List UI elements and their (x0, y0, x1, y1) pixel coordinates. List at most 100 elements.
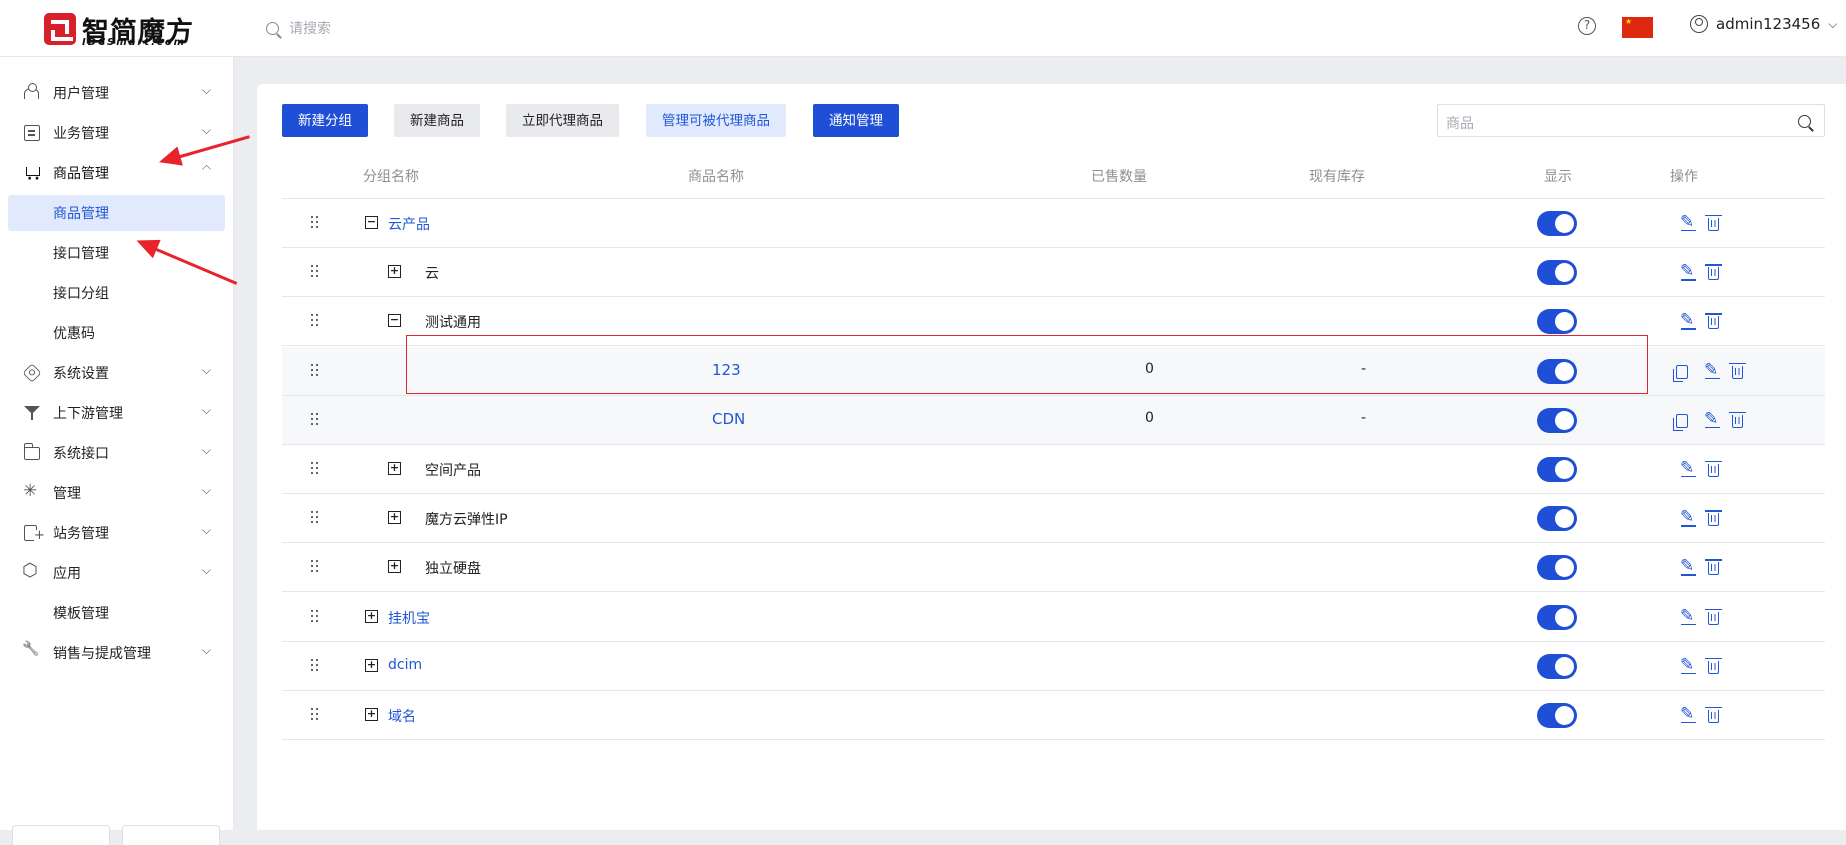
visibility-toggle[interactable] (1537, 260, 1577, 286)
visibility-toggle[interactable] (1537, 211, 1577, 236)
sidebar-subitem-templates[interactable]: 模板管理 (8, 595, 225, 631)
group-name[interactable]: dcim (388, 657, 422, 673)
expand-icon[interactable]: + (388, 265, 401, 279)
column-header-group: 分组名称 (363, 169, 419, 185)
sidebar-item-manage[interactable]: 管理 ⌵ (8, 475, 225, 511)
sidebar-item-label: 销售与提成管理 (53, 646, 151, 662)
sidebar-item-products[interactable]: 商品管理 ⌵ (8, 155, 225, 191)
edit-icon[interactable] (1680, 261, 1697, 281)
table-row[interactable]: + 空间产品 (282, 445, 1825, 494)
sidebar-item-site-affairs[interactable]: 站务管理 ⌵ (8, 515, 225, 551)
collapse-icon[interactable]: − (365, 216, 378, 229)
delete-icon[interactable] (1705, 510, 1722, 527)
expand-icon[interactable]: + (388, 462, 401, 475)
sidebar-item-upstream[interactable]: 上下游管理 ⌵ (8, 395, 225, 431)
group-name[interactable]: 挂机宝 (388, 608, 430, 628)
brand-logo[interactable]: 智简魔方 IDCSmart.com (44, 10, 204, 48)
sidebar-item-business[interactable]: 业务管理 ⌵ (8, 115, 225, 151)
table-row[interactable]: CDN 0 - (282, 395, 1825, 445)
visibility-toggle[interactable] (1537, 604, 1577, 630)
delete-icon[interactable] (1705, 657, 1722, 674)
delete-icon[interactable] (1729, 362, 1746, 379)
sidebar-item-users[interactable]: 用户管理 ⌵ (8, 75, 225, 111)
visibility-toggle[interactable] (1537, 506, 1577, 532)
drag-handle-icon[interactable] (311, 412, 321, 428)
edit-icon[interactable] (1680, 507, 1697, 527)
table-row[interactable]: + 云 (282, 248, 1825, 298)
new-product-button[interactable]: 新建商品 (394, 104, 480, 137)
new-group-button[interactable]: 新建分组 (282, 104, 368, 137)
drag-handle-icon[interactable] (311, 511, 321, 526)
visibility-toggle[interactable] (1537, 407, 1577, 433)
sidebar-item-label: 站务管理 (53, 526, 109, 542)
delete-icon[interactable] (1705, 215, 1722, 231)
proxy-product-button[interactable]: 立即代理商品 (506, 104, 619, 137)
table-row[interactable]: + dcim (282, 642, 1825, 691)
copy-icon[interactable] (1673, 364, 1688, 382)
cn-flag-icon[interactable] (1622, 17, 1653, 38)
drag-handle-icon[interactable] (311, 265, 321, 280)
drag-handle-icon[interactable] (311, 216, 321, 231)
global-search[interactable]: 请搜索 (266, 16, 331, 40)
expand-icon[interactable]: + (388, 560, 401, 574)
notify-manage-button[interactable]: 通知管理 (813, 104, 899, 137)
search-icon[interactable] (1798, 113, 1814, 129)
collapse-icon[interactable]: − (388, 314, 401, 328)
visibility-toggle[interactable] (1537, 653, 1577, 679)
sidebar-footer-button-right[interactable] (122, 825, 220, 845)
expand-icon[interactable]: + (365, 658, 378, 672)
expand-icon[interactable]: + (365, 609, 378, 623)
copy-icon[interactable] (1673, 413, 1688, 431)
drag-handle-icon[interactable] (311, 462, 321, 477)
visibility-toggle[interactable] (1537, 703, 1577, 728)
sidebar-subitem-product-manage[interactable]: 商品管理 (8, 195, 225, 231)
edit-icon[interactable] (1680, 655, 1697, 675)
username: admin123456 (1716, 15, 1821, 33)
expand-icon[interactable]: + (388, 511, 401, 525)
manage-proxyable-button[interactable]: 管理可被代理商品 (646, 104, 786, 137)
expand-icon[interactable]: + (365, 708, 378, 721)
help-icon[interactable]: ? (1578, 17, 1596, 35)
visibility-toggle[interactable] (1537, 309, 1577, 335)
edit-icon[interactable] (1680, 556, 1697, 576)
visibility-toggle[interactable] (1537, 555, 1577, 581)
edit-icon[interactable] (1680, 606, 1697, 626)
table-row[interactable]: + 挂机宝 (282, 593, 1825, 642)
edit-icon[interactable] (1680, 458, 1697, 478)
delete-icon[interactable] (1705, 608, 1722, 625)
sidebar-item-sales-commission[interactable]: 销售与提成管理 ⌵ (8, 635, 225, 671)
edit-icon[interactable] (1704, 409, 1721, 429)
table-row[interactable]: + 独立硬盘 (282, 543, 1825, 593)
table-row[interactable]: − 云产品 (282, 199, 1825, 248)
drag-handle-icon[interactable] (311, 560, 321, 575)
delete-icon[interactable] (1705, 313, 1722, 330)
group-name[interactable]: 云产品 (388, 214, 430, 234)
sidebar-item-system-interface[interactable]: 系统接口 ⌵ (8, 435, 225, 471)
drag-handle-icon[interactable] (311, 363, 321, 379)
delete-icon[interactable] (1705, 264, 1722, 281)
sidebar-item-system-settings[interactable]: 系统设置 ⌵ (8, 355, 225, 391)
product-search-input[interactable]: 商品 (1437, 104, 1825, 137)
drag-handle-icon[interactable] (311, 658, 321, 674)
edit-icon[interactable] (1680, 310, 1697, 330)
delete-icon[interactable] (1705, 707, 1722, 723)
visibility-toggle[interactable] (1537, 457, 1577, 482)
sidebar-item-apps[interactable]: 应用 ⌵ (8, 555, 225, 591)
table-row[interactable]: + 魔方云弹性IP (282, 494, 1825, 544)
sidebar-footer-button-left[interactable] (12, 825, 110, 845)
table-row[interactable]: + 域名 (282, 691, 1825, 740)
delete-icon[interactable] (1705, 461, 1722, 477)
drag-handle-icon[interactable] (311, 314, 321, 329)
edit-icon[interactable] (1680, 704, 1697, 724)
delete-icon[interactable] (1705, 559, 1722, 576)
product-name-link[interactable]: CDN (712, 410, 745, 428)
drag-handle-icon[interactable] (311, 609, 321, 625)
delete-icon[interactable] (1729, 411, 1746, 428)
sidebar-subitem-coupon[interactable]: 优惠码 (8, 315, 225, 351)
drag-handle-icon[interactable] (311, 708, 321, 723)
user-menu[interactable]: admin123456 ⌵ (1690, 15, 1837, 33)
group-name[interactable]: 域名 (388, 706, 416, 726)
sidebar-subitem-interface-group[interactable]: 接口分组 (8, 275, 225, 311)
edit-icon[interactable] (1680, 212, 1697, 232)
edit-icon[interactable] (1704, 360, 1721, 380)
